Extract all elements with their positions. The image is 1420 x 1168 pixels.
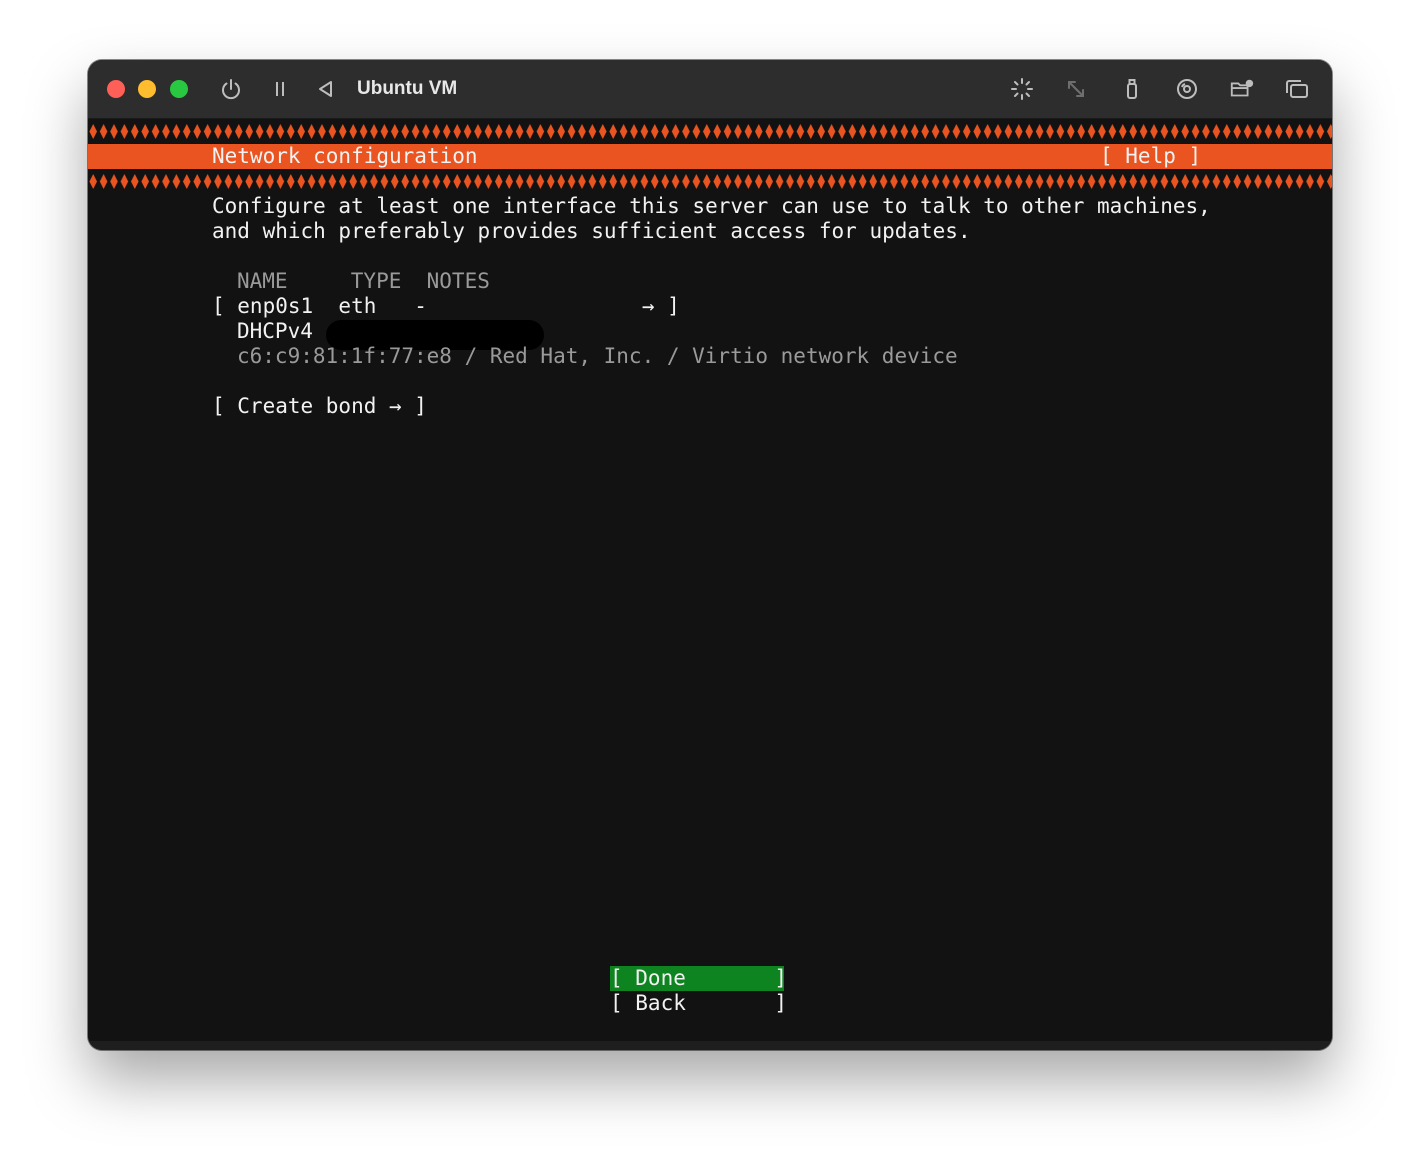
- brightness-icon[interactable]: [1009, 76, 1035, 102]
- intro-text-line-1: Configure at least one interface this se…: [212, 194, 1211, 218]
- done-button[interactable]: [ Done ]: [610, 966, 787, 991]
- close-button[interactable]: [107, 80, 125, 98]
- minimize-button[interactable]: [138, 80, 156, 98]
- device-info: c6:c9:81:1f:77:e8 / Red Hat, Inc. / Virt…: [237, 344, 958, 368]
- terminal-screen: Network configuration [ Help ] Configure…: [88, 119, 1332, 1041]
- shared-folder-icon[interactable]: [1229, 76, 1255, 102]
- create-bond-button[interactable]: [ Create bond → ]: [212, 394, 427, 419]
- disc-icon[interactable]: [1174, 76, 1200, 102]
- resize-icon[interactable]: [1063, 76, 1089, 102]
- zoom-button[interactable]: [170, 80, 188, 98]
- window-icon[interactable]: [1284, 76, 1310, 102]
- window-title: Ubuntu VM: [357, 78, 458, 99]
- interface-row-enp0s1[interactable]: [ enp0s1 eth - → ]: [212, 294, 680, 319]
- table-header: NAME TYPE NOTES: [237, 269, 490, 293]
- header-bar: Network configuration [ Help ]: [88, 144, 1332, 169]
- header-pattern-bottom: [88, 169, 1332, 194]
- dhcp-label: DHCPv4: [237, 319, 313, 343]
- header-pattern-top: [88, 119, 1332, 144]
- title-bar: Ubuntu VM: [88, 60, 1332, 119]
- help-button[interactable]: [ Help ]: [1100, 144, 1201, 169]
- page-title: Network configuration: [212, 144, 478, 168]
- intro-text-line-2: and which preferably provides sufficient…: [212, 219, 971, 243]
- usb-icon[interactable]: [1119, 76, 1145, 102]
- vm-window: Ubuntu VM Network configuration [Help]…: [88, 60, 1332, 1050]
- pause-icon[interactable]: [267, 76, 293, 102]
- back-icon[interactable]: [313, 76, 339, 102]
- power-icon[interactable]: [218, 76, 244, 102]
- window-bottom-edge: [88, 1041, 1332, 1050]
- back-button[interactable]: [ Back ]: [610, 991, 787, 1016]
